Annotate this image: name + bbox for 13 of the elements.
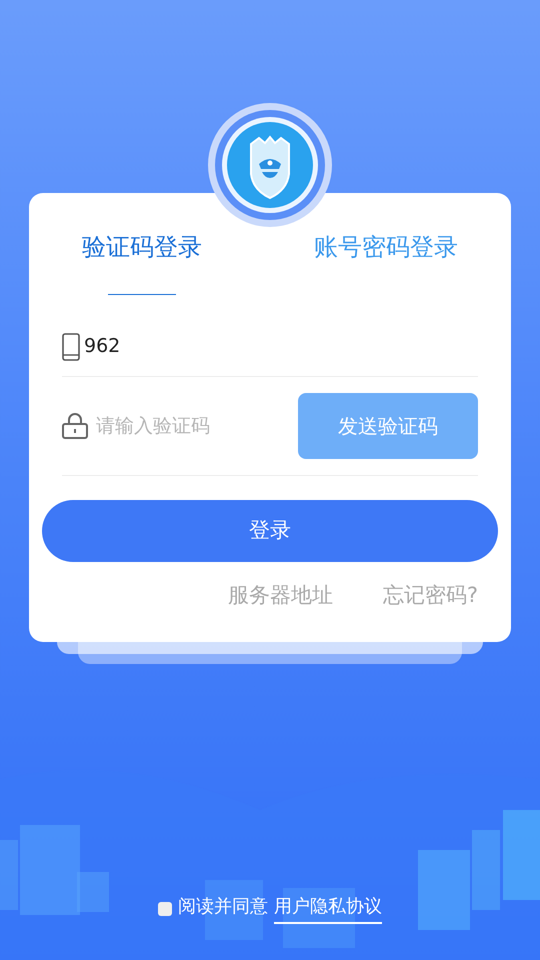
agreement-checkbox[interactable]: [158, 902, 172, 916]
text-link[interactable]: 忘记密码?: [382, 580, 478, 612]
lock-icon: [62, 413, 88, 439]
privacy-agreement-link[interactable]: 用户隐私协议: [274, 893, 382, 924]
login-button[interactable]: 登录: [42, 500, 498, 562]
code-field[interactable]: 请输入验证码: [96, 412, 246, 440]
phone-field[interactable]: 962: [84, 332, 478, 361]
login-tab[interactable]: 验证码登录: [82, 229, 202, 295]
text-link[interactable]: 服务器地址: [228, 580, 333, 612]
send-code-button[interactable]: 发送验证码: [298, 393, 478, 459]
login-tab[interactable]: 账号密码登录: [314, 229, 458, 295]
phone-icon: [62, 332, 80, 360]
agreement-text: 阅读并同意: [178, 895, 268, 919]
